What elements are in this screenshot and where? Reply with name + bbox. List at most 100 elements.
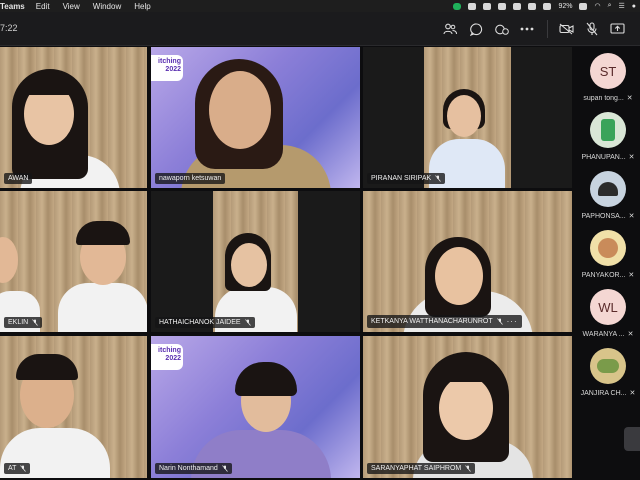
mic-muted-icon	[435, 175, 441, 182]
participant-name-tag: AWAN	[4, 173, 33, 184]
mic-muted-icon: ✕	[628, 154, 635, 161]
participant-name-tag: PIRANAN SIRIPAK	[367, 173, 446, 184]
video-tile[interactable]: AT	[0, 336, 147, 478]
video-tile[interactable]: HATHAICHANOK JAIDEE	[151, 191, 360, 332]
camera-off-icon[interactable]	[558, 21, 574, 37]
video-tile[interactable]: AWAN	[0, 47, 147, 188]
video-tile[interactable]: SARANYAPHAT SAIPHROM	[363, 336, 572, 478]
menu-help[interactable]: Help	[134, 2, 150, 11]
battery-percent: 92%	[558, 2, 573, 10]
participant-name: supan tong...	[583, 94, 624, 102]
chat-icon[interactable]	[468, 21, 484, 37]
creative-cloud-icon[interactable]	[468, 2, 477, 10]
avatar-photo	[598, 182, 618, 196]
participant-item[interactable]: PHANUPAN... ✕	[576, 112, 640, 161]
mic-muted-icon: ✕	[627, 331, 634, 338]
user-icon[interactable]	[513, 2, 522, 10]
mic-muted-icon: ✕	[628, 272, 635, 279]
avatar-photo	[601, 119, 615, 141]
participant-name-tag: nawaporn ketsuwan	[155, 173, 226, 184]
avatar	[590, 230, 626, 266]
tile-more-options[interactable]: ···	[507, 317, 518, 326]
participant-face	[231, 243, 267, 287]
participant-name: PANYAKOR...	[581, 271, 626, 279]
self-view-thumbnail[interactable]	[624, 427, 640, 451]
mic-muted-icon	[465, 465, 472, 472]
participant-name-tag: AT	[4, 463, 31, 474]
mic-muted-icon	[496, 318, 503, 325]
avatar	[590, 171, 626, 207]
mic-muted-icon	[221, 465, 228, 472]
macos-menubar: Teams Edit View Window Help 92% ◠ ⌕ ☰ ●	[0, 0, 640, 12]
video-tile[interactable]: KETKANYA WATTHANACHARUNROT ···	[363, 191, 572, 332]
participants-strip: ST supan tong... ✕ PHANUPAN... ✕ PAPHONSA.…	[576, 47, 640, 478]
participant-name: PHANUPAN...	[581, 153, 626, 161]
event-logo: itching 2022	[151, 55, 183, 81]
meeting-toolbar: 7:22	[0, 12, 640, 46]
participant-face	[435, 247, 483, 305]
avatar-photo	[597, 359, 619, 373]
play-icon[interactable]	[543, 2, 552, 10]
participant-face	[447, 95, 481, 137]
menu-edit[interactable]: Edit	[36, 2, 50, 11]
people-icon[interactable]	[442, 21, 458, 37]
participant-name: WARANYA ...	[582, 330, 625, 338]
avatar: WL	[590, 289, 626, 325]
mic-off-icon[interactable]	[584, 21, 600, 37]
participant-item[interactable]: PANYAKOR... ✕	[576, 230, 640, 279]
participant-hair	[16, 354, 78, 380]
participant-name-tag: SARANYAPHAT SAIPHROM	[367, 463, 476, 474]
participant-bangs	[435, 358, 497, 382]
menubar-status-area: 92% ◠ ⌕ ☰ ●	[453, 0, 636, 12]
participant-name-tag: Narin Nonthamand	[155, 463, 232, 474]
mic-muted-icon: ✕	[628, 213, 635, 220]
participant-item[interactable]: WL WARANYA ... ✕	[576, 289, 640, 338]
more-options-icon[interactable]	[519, 21, 535, 37]
audio-icon[interactable]	[528, 2, 537, 10]
video-tile[interactable]: PIRANAN SIRIPAK	[363, 47, 572, 188]
participant-name-tag: EKLIN	[4, 317, 43, 328]
mic-muted-icon: ✕	[629, 390, 636, 397]
extension-icon[interactable]	[483, 2, 492, 10]
participant-name-tag: KETKANYA WATTHANACHARUNROT ···	[367, 315, 522, 328]
search-icon[interactable]: ⌕	[608, 2, 612, 10]
line-app-icon[interactable]	[453, 2, 462, 10]
video-tile[interactable]: itching 2022 nawaporn ketsuwan	[151, 47, 360, 188]
event-logo: itching 2022	[151, 344, 183, 370]
app-menu-teams[interactable]: Teams	[0, 2, 25, 11]
avatar	[590, 348, 626, 384]
avatar: ST	[590, 53, 626, 89]
reactions-icon[interactable]	[494, 21, 510, 37]
video-tile[interactable]: EKLIN	[0, 191, 147, 332]
participant-face	[439, 376, 493, 440]
avatar	[590, 112, 626, 148]
participant-bangs	[22, 73, 78, 95]
participant-item[interactable]: ST supan tong... ✕	[576, 53, 640, 102]
mic-muted-icon: ✕	[626, 95, 633, 102]
share-screen-icon[interactable]	[609, 21, 625, 37]
control-center-icon[interactable]: ☰	[618, 2, 624, 10]
participant-name: PAPHONSA...	[581, 212, 626, 220]
participant-item[interactable]: PAPHONSA... ✕	[576, 171, 640, 220]
share-icon[interactable]	[498, 2, 507, 10]
mic-muted-icon	[244, 319, 251, 326]
avatar-photo	[598, 238, 618, 258]
battery-icon[interactable]	[579, 2, 588, 10]
siri-icon[interactable]: ●	[632, 3, 636, 10]
participant-item[interactable]: JANJIRA CH... ✕	[576, 348, 640, 397]
participant-hair	[76, 221, 130, 245]
menu-window[interactable]: Window	[93, 2, 121, 11]
participant-face	[209, 71, 271, 149]
participant-body	[58, 283, 147, 332]
participant-name-tag: HATHAICHANOK JAIDEE	[155, 317, 255, 328]
meeting-timer: 7:22	[0, 23, 18, 33]
participant-face	[0, 237, 18, 283]
participant-name: JANJIRA CH...	[580, 389, 627, 397]
toolbar-divider	[547, 20, 548, 38]
menu-view[interactable]: View	[63, 2, 80, 11]
mic-muted-icon	[20, 465, 27, 472]
mic-muted-icon	[32, 319, 39, 326]
wifi-icon[interactable]: ◠	[594, 2, 600, 10]
video-grid: AWAN itching 2022 nawaporn ketsuwan PIRA…	[0, 47, 572, 478]
video-tile[interactable]: itching 2022 Narin Nonthamand	[151, 336, 360, 478]
